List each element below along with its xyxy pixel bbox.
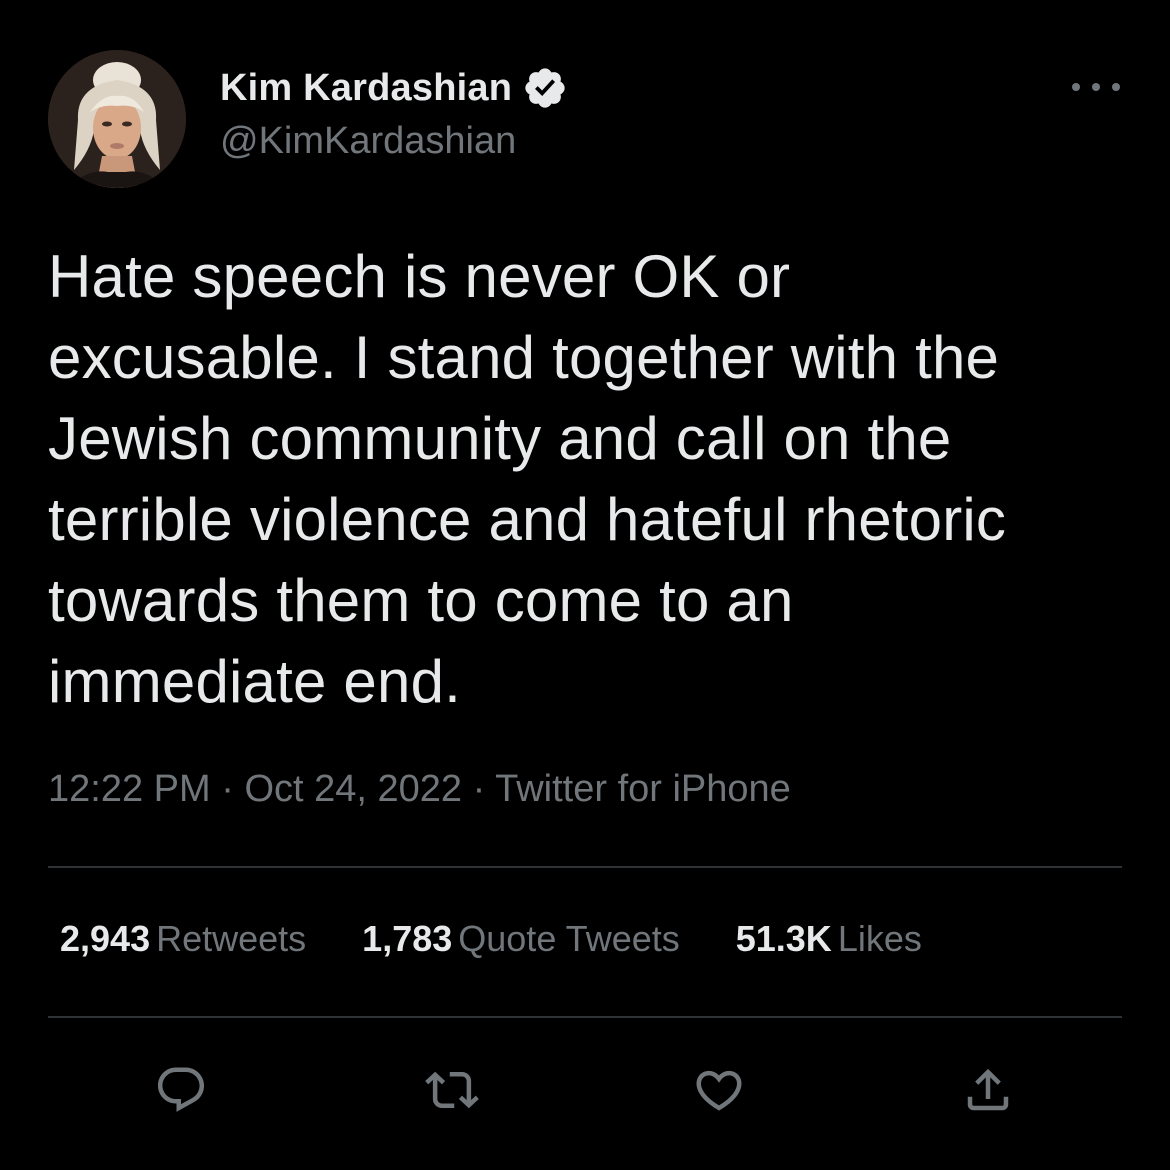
likes-label: Likes	[837, 918, 922, 959]
share-icon	[967, 1068, 1009, 1111]
like-button[interactable]	[689, 1060, 749, 1120]
retweets-stat[interactable]: 2,943 Retweets	[60, 918, 306, 960]
tweet-text-line: towards them to come to an	[48, 567, 794, 634]
tweet-text-line: excusable. I stand together with the	[48, 324, 1000, 391]
tweet-detail: Kim Kardashian @KimKardashian Hate speec…	[0, 0, 1170, 1170]
user-handle[interactable]: @KimKardashian	[220, 120, 516, 163]
quote-tweets-label: Quote Tweets	[458, 918, 680, 959]
likes-stat[interactable]: 51.3K Likes	[736, 918, 922, 960]
retweet-icon	[425, 1071, 479, 1109]
divider	[48, 866, 1122, 868]
quote-tweets-stat[interactable]: 1,783 Quote Tweets	[362, 918, 680, 960]
reply-button[interactable]	[151, 1060, 211, 1120]
share-button[interactable]	[958, 1060, 1018, 1120]
tweet-stats: 2,943 Retweets 1,783 Quote Tweets 51.3K Lik…	[60, 918, 978, 960]
retweet-button[interactable]	[422, 1060, 482, 1120]
tweet-text: Hate speech is never OK or excusable. I …	[48, 236, 1128, 722]
divider	[48, 1016, 1122, 1018]
verified-badge-icon	[522, 65, 568, 111]
retweets-label: Retweets	[156, 918, 307, 959]
tweet-text-line: immediate end.	[48, 648, 462, 715]
likes-count: 51.3K	[735, 918, 832, 959]
more-options-icon[interactable]	[1072, 72, 1120, 102]
retweets-count: 2,943	[60, 918, 151, 959]
display-name[interactable]: Kim Kardashian	[220, 67, 512, 110]
meta-separator: ·	[462, 768, 496, 810]
heart-icon	[696, 1070, 742, 1111]
author-name-row[interactable]: Kim Kardashian	[220, 64, 568, 112]
tweet-text-line: Hate speech is never OK or	[48, 243, 791, 310]
avatar-photo	[48, 50, 186, 188]
tweet-time[interactable]: 12:22 PM	[48, 768, 211, 810]
avatar[interactable]	[48, 50, 186, 188]
reply-icon	[157, 1067, 205, 1112]
tweet-date[interactable]: Oct 24, 2022	[244, 768, 462, 810]
more-dot	[1112, 83, 1120, 91]
tweet-text-line: Jewish community and call on the	[48, 405, 952, 472]
meta-separator: ·	[210, 768, 245, 810]
tweet-text-line: terrible violence and hateful rhetoric	[48, 486, 1007, 553]
tweet-source[interactable]: Twitter for iPhone	[495, 768, 791, 810]
more-dot	[1092, 83, 1100, 91]
more-dot	[1072, 83, 1080, 91]
tweet-meta: 12:22 PM · Oct 24, 2022 · Twitter for iP…	[48, 768, 791, 811]
action-bar	[0, 1060, 1170, 1120]
quote-tweets-count: 1,783	[362, 918, 453, 959]
